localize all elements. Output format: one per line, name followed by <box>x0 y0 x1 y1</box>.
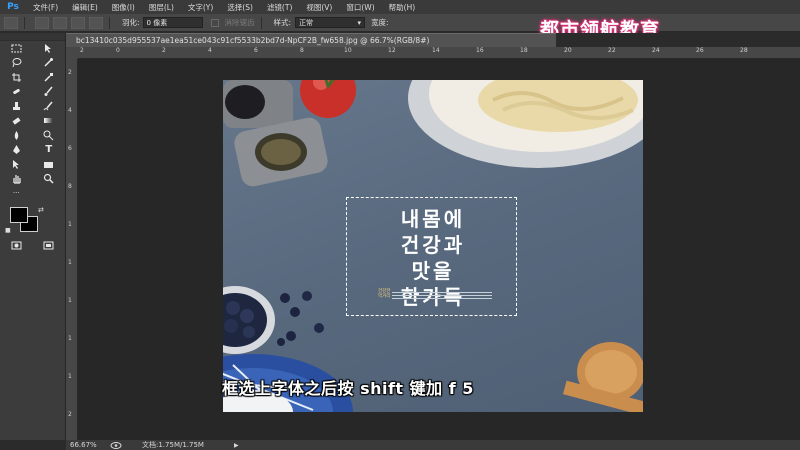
intersect-selection-button[interactable] <box>89 16 103 29</box>
menu-filter[interactable]: 滤镜(T) <box>260 2 299 13</box>
menu-file[interactable]: 文件(F) <box>26 2 65 13</box>
ruler-tick-label: 28 <box>740 47 748 54</box>
vertical-ruler[interactable]: 2 4 6 8 1 1 1 1 1 2 <box>66 59 78 440</box>
pen-tool-icon[interactable] <box>0 143 33 158</box>
crop-tool-icon[interactable] <box>0 70 33 85</box>
ruler-tick-label: 22 <box>608 47 616 54</box>
antialias-checkbox[interactable] <box>210 18 219 27</box>
tools-panel: T ··· ⇄ ■ <box>0 33 66 440</box>
chevron-right-icon[interactable]: ▶ <box>234 442 239 449</box>
hand-tool-icon[interactable] <box>0 172 33 187</box>
zoom-tool-icon[interactable] <box>33 172 66 187</box>
ruler-tick-label: 2 <box>68 69 72 76</box>
ruler-tick-label: 16 <box>476 47 484 54</box>
healing-brush-tool-icon[interactable] <box>0 85 33 100</box>
menu-type[interactable]: 文字(Y) <box>181 2 220 13</box>
more-tools-icon[interactable]: ··· <box>0 186 33 201</box>
quick-mask-icon[interactable] <box>0 239 33 254</box>
panel-grip[interactable] <box>0 33 65 41</box>
foreground-color[interactable] <box>10 206 28 223</box>
blur-tool-icon[interactable] <box>0 128 33 143</box>
menu-image[interactable]: 图像(I) <box>105 2 142 13</box>
ruler-tick-label: 1 <box>68 297 72 304</box>
add-selection-button[interactable] <box>53 16 67 29</box>
ruler-tick-label: 20 <box>564 47 572 54</box>
photoshop-logo: Ps <box>7 2 19 12</box>
ruler-tick-label: 2 <box>162 47 166 54</box>
ruler-tick-label: 14 <box>432 47 440 54</box>
marquee-selection[interactable] <box>346 197 517 316</box>
ruler-tick-label: 4 <box>208 47 212 54</box>
menu-select[interactable]: 选择(S) <box>220 2 260 13</box>
feather-label: 羽化: <box>122 18 140 27</box>
type-tool-icon[interactable]: T <box>33 143 66 158</box>
lasso-tool-icon[interactable] <box>0 56 33 71</box>
quick-select-tool-icon[interactable] <box>33 56 66 71</box>
document-tab[interactable]: bc13410c035d955537ae1ea51ce043c91cf5533b… <box>66 33 556 47</box>
clone-stamp-tool-icon[interactable] <box>0 99 33 114</box>
antialias-label: 消除锯齿 <box>224 18 255 27</box>
ruler-tick-label: 6 <box>254 47 258 54</box>
ruler-tick-label: 1 <box>68 335 72 342</box>
eraser-tool-icon[interactable] <box>0 114 33 129</box>
style-label: 样式: <box>273 18 292 27</box>
menu-window[interactable]: 窗口(W) <box>339 2 381 13</box>
path-selection-tool-icon[interactable] <box>0 157 33 172</box>
ruler-corner[interactable] <box>66 47 78 59</box>
divider <box>24 16 25 29</box>
style-select-value: 正常 <box>299 18 314 27</box>
ruler-tick-label: 18 <box>520 47 528 54</box>
ruler-tick-label: 8 <box>300 47 304 54</box>
ruler-tick-label: 1 <box>68 373 72 380</box>
ruler-tick-label: 10 <box>344 47 352 54</box>
brush-tool-icon[interactable] <box>33 85 66 100</box>
feather-input[interactable]: 0 像素 <box>142 17 203 28</box>
zoom-level[interactable]: 66.67% <box>66 441 110 449</box>
horizontal-ruler[interactable]: 2 0 2 4 6 8 10 12 14 16 18 20 22 24 26 2… <box>78 47 800 59</box>
default-colors-icon[interactable]: ■ <box>5 227 11 234</box>
eyedropper-tool-icon[interactable] <box>33 70 66 85</box>
video-subtitle: 框选上字体之后按 shift 键加 f 5 <box>222 379 474 398</box>
divider <box>109 16 110 29</box>
menu-view[interactable]: 视图(V) <box>299 2 339 13</box>
ruler-tick-label: 4 <box>68 107 72 114</box>
ruler-tick-label: 26 <box>696 47 704 54</box>
style-select[interactable]: 正常 ▾ <box>295 17 366 28</box>
subtract-selection-button[interactable] <box>71 16 85 29</box>
document-size: 文档:1.75M/1.75M <box>142 441 204 449</box>
gradient-tool-icon[interactable] <box>33 114 66 129</box>
eye-icon[interactable] <box>110 441 122 449</box>
ruler-tick-label: 2 <box>80 47 84 54</box>
move-tool-icon[interactable] <box>33 41 66 56</box>
color-swatches: ⇄ ■ <box>0 205 65 239</box>
history-brush-tool-icon[interactable] <box>33 99 66 114</box>
screen-mode-icon[interactable] <box>33 239 66 254</box>
ruler-tick-label: 8 <box>68 183 72 190</box>
options-bar: 羽化: 0 像素 消除锯齿 样式: 正常 ▾ 宽度: <box>0 14 800 32</box>
dodge-tool-icon[interactable] <box>33 128 66 143</box>
ruler-tick-label: 12 <box>388 47 396 54</box>
empty-slot <box>33 186 66 201</box>
rectangle-tool-icon[interactable] <box>33 157 66 172</box>
ruler-tick-label: 2 <box>68 411 72 418</box>
menu-layer[interactable]: 图层(L) <box>142 2 181 13</box>
ruler-tick-label: 1 <box>68 259 72 266</box>
menu-edit[interactable]: 编辑(E) <box>65 2 105 13</box>
ruler-tick-label: 0 <box>116 47 120 54</box>
ruler-tick-label: 1 <box>68 221 72 228</box>
new-selection-button[interactable] <box>35 16 49 29</box>
marquee-preset-button[interactable] <box>4 16 18 29</box>
status-bar: 66.67% 文档:1.75M/1.75M ▶ <box>66 440 800 450</box>
rect-marquee-tool-icon[interactable] <box>0 41 33 56</box>
chevron-down-icon: ▾ <box>357 18 362 27</box>
ruler-tick-label: 6 <box>68 145 72 152</box>
menu-help[interactable]: 帮助(H) <box>382 2 423 13</box>
ruler-tick-label: 24 <box>652 47 660 54</box>
menu-bar: Ps 文件(F) 编辑(E) 图像(I) 图层(L) 文字(Y) 选择(S) 滤… <box>0 0 800 14</box>
swap-colors-icon[interactable]: ⇄ <box>38 206 44 214</box>
width-label: 宽度: <box>371 18 389 27</box>
divider <box>260 16 262 29</box>
tab-bar-empty <box>556 33 800 47</box>
